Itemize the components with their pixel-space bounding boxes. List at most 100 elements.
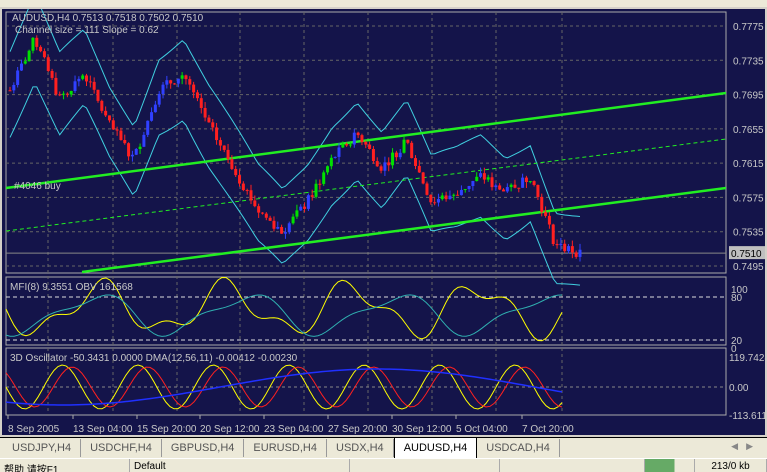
candle-body: [253, 200, 257, 207]
candle-body: [509, 184, 513, 188]
mfi-tick: 80: [731, 293, 743, 304]
tab-usdjpy[interactable]: USDJPY,H4: [3, 439, 82, 457]
candle-body: [387, 162, 391, 166]
channel-mid-line: [5, 138, 727, 232]
time-tick: 13 Sep 04:00: [73, 424, 133, 435]
candle-body: [471, 181, 475, 187]
candle-body: [138, 146, 142, 150]
candle-body: [567, 246, 571, 252]
candle-body: [513, 184, 517, 188]
candle-body: [364, 142, 368, 145]
candle-body: [486, 177, 490, 180]
mfi-header: MFI(8) 9.3551 OBV 161568: [10, 282, 133, 293]
candle-body: [291, 216, 295, 224]
candle-body: [65, 93, 69, 95]
candle-body: [440, 195, 444, 200]
candle-body: [81, 75, 85, 79]
candle-body: [172, 83, 176, 85]
candle-body: [318, 183, 322, 185]
status-bar: 帮助 请按F1 Default 213/0 kb: [0, 458, 767, 472]
channel-lower-line: [81, 186, 727, 274]
tab-usdchf[interactable]: USDCHF,H4: [81, 439, 162, 457]
obv-line: [5, 294, 563, 337]
candle-body: [322, 172, 326, 184]
candle-body: [230, 159, 234, 169]
candle-body: [211, 122, 215, 128]
bollinger-upper: [9, 9, 581, 217]
status-profile: Default: [130, 459, 350, 472]
candle-body: [161, 84, 165, 94]
candle-body: [249, 190, 253, 201]
connection-icon: [645, 459, 695, 472]
candle-body: [452, 194, 456, 196]
candle-body: [463, 189, 467, 191]
candle-body: [356, 132, 360, 136]
candle-body: [345, 144, 349, 146]
tab-audusd[interactable]: AUDUSD,H4: [393, 437, 478, 459]
candle-body: [494, 185, 498, 188]
candle-body: [521, 177, 525, 188]
candle-body: [130, 154, 134, 157]
candle-body: [134, 149, 138, 155]
candle-body: [536, 184, 540, 197]
candle-body: [150, 112, 154, 121]
candle-body: [444, 195, 448, 200]
chart-canvas[interactable]: AUDUSD,H4 0.7513 0.7518 0.7502 0.7510 Ch…: [2, 9, 765, 435]
candle-body: [456, 194, 460, 196]
candle-body: [50, 70, 54, 78]
candle-body: [188, 79, 192, 85]
candle-body: [35, 37, 39, 47]
candle-body: [299, 206, 303, 211]
candle-body: [402, 139, 406, 153]
tab-gbpusd[interactable]: GBPUSD,H4: [162, 439, 245, 457]
candle-body: [127, 143, 131, 157]
candle-body: [337, 147, 341, 157]
candle-body: [459, 189, 463, 196]
chart-window[interactable]: AUDUSD,H4 0.7513 0.7518 0.7502 0.7510 Ch…: [0, 7, 767, 437]
oscillator-header: 3D Oscillator -50.3431 0.0000 DMA(12,56,…: [10, 353, 298, 364]
candle-body: [406, 139, 410, 143]
candle-body: [333, 156, 337, 158]
candle-body: [92, 81, 96, 90]
chart-header: AUDUSD,H4 0.7513 0.7518 0.7502 0.7510: [12, 13, 204, 24]
candle-body: [574, 252, 578, 257]
price-tick: 0.7655: [733, 125, 764, 136]
candle-body: [490, 177, 494, 188]
tab-usdcad[interactable]: USDCAD,H4: [477, 439, 560, 457]
candle-body: [119, 130, 123, 141]
scroll-right-icon[interactable]: ▶: [746, 441, 761, 451]
candle-body: [203, 107, 207, 118]
candle-body: [27, 50, 31, 62]
candle-body: [115, 129, 119, 131]
candle-body: [77, 78, 81, 82]
tab-eurusd[interactable]: EURUSD,H4: [244, 439, 327, 457]
candle-body: [222, 145, 226, 150]
time-tick: 15 Sep 20:00: [137, 424, 197, 435]
candle-body: [436, 199, 440, 203]
candle-body: [303, 206, 307, 209]
candle-body: [517, 187, 521, 189]
candle-body: [540, 196, 544, 213]
candle-body: [16, 70, 20, 85]
time-tick: 5 Oct 04:00: [456, 424, 508, 435]
candle-body: [245, 190, 249, 192]
candle-body: [295, 210, 299, 217]
candle-body: [544, 212, 548, 216]
candle-body: [394, 152, 398, 158]
scroll-left-icon[interactable]: ◀: [731, 441, 746, 451]
candle-body: [46, 57, 50, 71]
candle-body: [215, 127, 219, 141]
candle-body: [551, 224, 555, 245]
candle-body: [448, 195, 452, 200]
axes: 8 Sep 2005 13 Sep 04:00 15 Sep 20:00 20 Sep…: [7, 22, 765, 435]
candle-body: [111, 120, 115, 130]
candle-body: [169, 80, 173, 84]
candle-body: [218, 140, 222, 146]
candle-body: [165, 80, 169, 85]
candle-body: [234, 168, 238, 176]
channel-info: Channel size = 111 Slope = 0.62: [15, 25, 159, 36]
candle-body: [314, 183, 318, 197]
tab-usdx[interactable]: USDX,H4: [327, 439, 394, 457]
candle-body: [578, 249, 582, 257]
price-tick: 0.7615: [733, 159, 764, 170]
